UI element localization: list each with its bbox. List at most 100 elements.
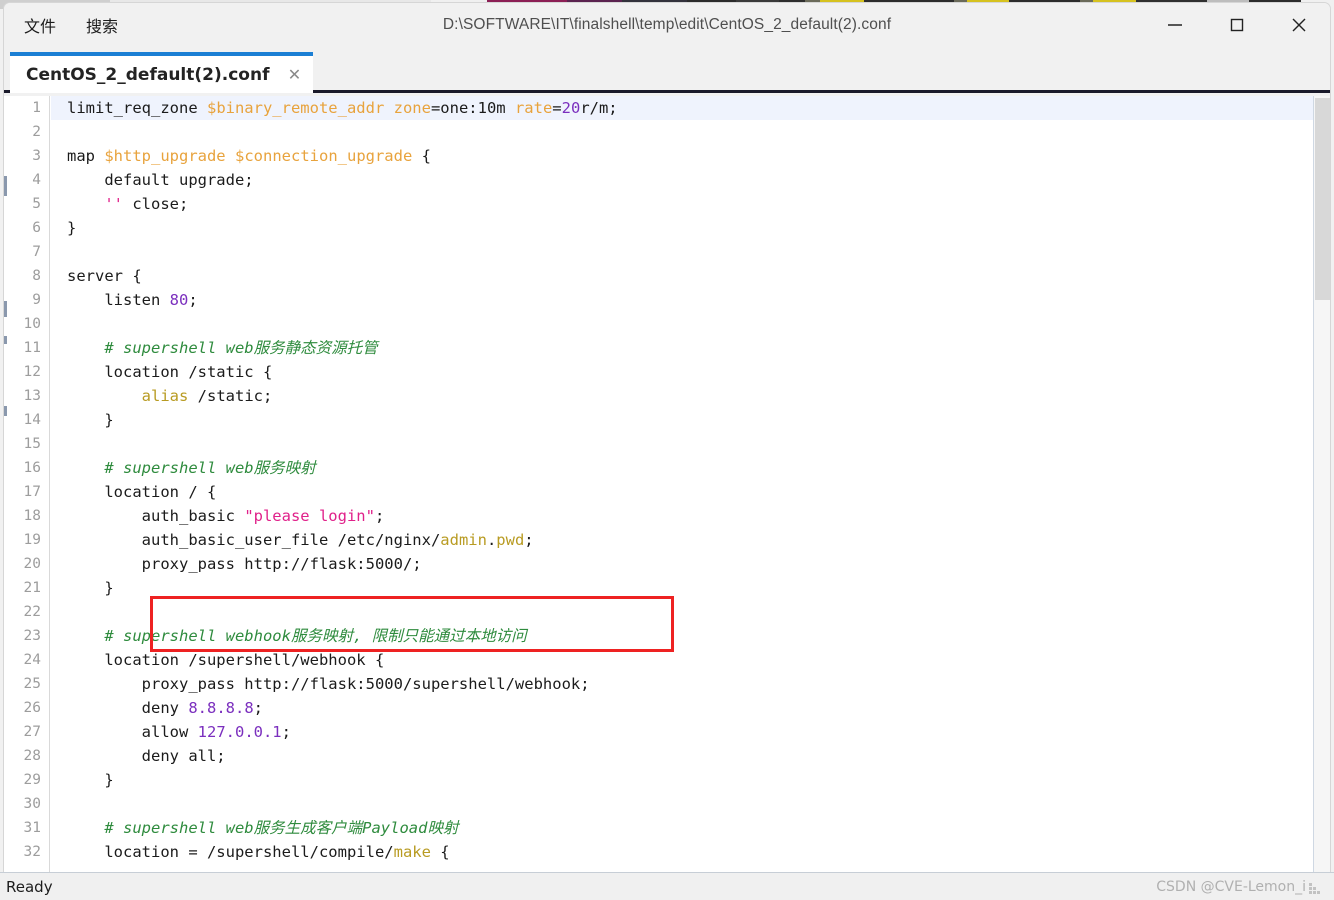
code-line[interactable]: } <box>51 216 1330 240</box>
code-token-plain: deny all; <box>67 747 226 765</box>
scrollbar-thumb[interactable] <box>1315 98 1330 300</box>
code-line[interactable]: server { <box>51 264 1330 288</box>
code-token-var: zone <box>393 99 431 117</box>
menu-bar: 文件 搜索 <box>20 3 122 47</box>
code-line[interactable]: # supershell web服务静态资源托管 <box>51 336 1330 360</box>
code-line[interactable] <box>51 432 1330 456</box>
code-token-plain: location = /supershell/compile/ <box>67 843 394 861</box>
code-token-kw: admin <box>440 531 487 549</box>
close-button[interactable] <box>1268 3 1330 47</box>
code-line[interactable]: auth_basic "please login"; <box>51 504 1330 528</box>
left-edge-sliver <box>4 96 7 873</box>
menu-file[interactable]: 文件 <box>20 10 60 40</box>
code-line[interactable]: limit_req_zone $binary_remote_addr zone =… <box>51 96 1330 120</box>
minimize-button[interactable] <box>1144 3 1206 47</box>
code-line[interactable]: proxy_pass http://flask:5000/; <box>51 552 1330 576</box>
line-number: 30 <box>23 796 41 812</box>
code-line[interactable]: proxy_pass http://flask:5000/supershell/… <box>51 672 1330 696</box>
close-icon <box>1292 18 1306 32</box>
code-token-plain: = <box>552 99 562 117</box>
code-line[interactable]: '' close; <box>51 192 1330 216</box>
minimize-icon <box>1168 24 1182 26</box>
code-token-plain: ; <box>281 723 291 741</box>
code-token-plain: proxy_pass http://flask:5000/supershell/… <box>67 675 590 693</box>
code-line[interactable]: allow 127.0.0.1; <box>51 720 1330 744</box>
code-token-str: "please login" <box>244 507 375 525</box>
code-line[interactable]: alias /static; <box>51 384 1330 408</box>
code-token-var: $binary_remote_addr <box>206 99 385 117</box>
window-controls <box>1144 3 1330 47</box>
code-line[interactable] <box>51 240 1330 264</box>
code-token-cmt: # supershell web服务生成客户端Payload映射 <box>104 819 459 837</box>
code-token-plain: default upgrade; <box>67 171 254 189</box>
line-number: 17 <box>23 484 41 500</box>
application-window: 文件 搜索 D:\SOFTWARE\IT\finalshell\temp\edi… <box>0 0 1334 900</box>
code-line[interactable]: listen 80; <box>51 288 1330 312</box>
code-token-cmt: # supershell web服务静态资源托管 <box>104 339 378 357</box>
code-line[interactable]: default upgrade; <box>51 168 1330 192</box>
code-line[interactable] <box>51 312 1330 336</box>
code-line[interactable] <box>51 120 1330 144</box>
line-number: 26 <box>23 700 41 716</box>
code-line[interactable]: location /static { <box>51 360 1330 384</box>
code-token-plain: proxy_pass http://flask:5000/; <box>67 555 422 573</box>
code-token-plain: /static; <box>188 387 273 405</box>
code-line[interactable]: deny 8.8.8.8; <box>51 696 1330 720</box>
watermark: CSDN @CVE-Lemon_i <box>1156 879 1320 895</box>
code-line[interactable]: # supershell web服务生成客户端Payload映射 <box>51 816 1330 840</box>
code-line[interactable]: location = /supershell/compile/make { <box>51 840 1330 864</box>
line-number: 10 <box>23 316 41 332</box>
line-number: 3 <box>32 148 41 164</box>
code-line[interactable] <box>51 792 1330 816</box>
code-token-plain: r/m; <box>580 99 618 117</box>
code-line[interactable]: location /supershell/webhook { <box>51 648 1330 672</box>
line-number: 18 <box>23 508 41 524</box>
line-number: 5 <box>32 196 41 212</box>
line-number: 20 <box>23 556 41 572</box>
code-token-plain: . <box>486 531 497 549</box>
code-token-kw: pwd <box>496 531 525 549</box>
code-line[interactable]: auth_basic_user_file /etc/nginx/admin.pw… <box>51 528 1330 552</box>
line-number: 14 <box>23 412 41 428</box>
code-token-plain: location /static { <box>67 363 273 381</box>
code-token-num: 20 <box>561 99 581 117</box>
code-token-cmt: # supershell webhook服务映射, 限制只能通过本地访问 <box>104 627 527 645</box>
code-content[interactable]: limit_req_zone $binary_remote_addr zone =… <box>51 96 1330 873</box>
tab-close-icon[interactable]: ✕ <box>283 64 305 86</box>
code-editor[interactable]: 1 2 3 4 5 6 7 8 9 10 11 12 13 14 15 16 17 18 19 20 21 22 23 24 2… <box>4 96 1330 873</box>
title-bar: 文件 搜索 D:\SOFTWARE\IT\finalshell\temp\edi… <box>4 3 1330 47</box>
tab-centos-2-default-2-conf[interactable]: CentOS_2_default(2).conf ✕ <box>10 52 314 93</box>
watermark-dots-icon <box>1309 882 1320 894</box>
maximize-button[interactable] <box>1206 3 1268 47</box>
line-number: 23 <box>23 628 41 644</box>
code-token-num: 80 <box>169 291 189 309</box>
line-number: 7 <box>32 244 41 260</box>
code-line[interactable]: location / { <box>51 480 1330 504</box>
code-token-num: 8.8.8.8 <box>188 699 254 717</box>
code-token-plain: } <box>67 219 77 237</box>
line-number: 24 <box>23 652 41 668</box>
code-token-plain: auth_basic_user_file /etc/nginx/ <box>67 531 441 549</box>
vertical-scrollbar[interactable] <box>1313 96 1330 873</box>
code-token-num: 127.0.0.1 <box>197 723 282 741</box>
code-line[interactable]: } <box>51 576 1330 600</box>
code-line[interactable]: } <box>51 408 1330 432</box>
code-line[interactable] <box>51 600 1330 624</box>
line-number: 31 <box>23 820 41 836</box>
menu-search[interactable]: 搜索 <box>82 10 122 40</box>
code-line[interactable]: # supershell web服务映射 <box>51 456 1330 480</box>
code-token-cmt: # supershell web服务映射 <box>104 459 316 477</box>
code-line[interactable]: } <box>51 768 1330 792</box>
line-number: 25 <box>23 676 41 692</box>
code-token-str: '' <box>104 195 123 213</box>
code-token-plain: limit_req_zone <box>67 99 207 117</box>
code-line[interactable]: map $http_upgrade $connection_upgrade { <box>51 144 1330 168</box>
line-number: 27 <box>23 724 41 740</box>
code-line[interactable]: deny all; <box>51 744 1330 768</box>
code-line[interactable]: # supershell webhook服务映射, 限制只能通过本地访问 <box>51 624 1330 648</box>
line-number: 12 <box>23 364 41 380</box>
line-number-gutter: 1 2 3 4 5 6 7 8 9 10 11 12 13 14 15 16 17 18 19 20 21 22 23 24 2… <box>4 96 50 873</box>
